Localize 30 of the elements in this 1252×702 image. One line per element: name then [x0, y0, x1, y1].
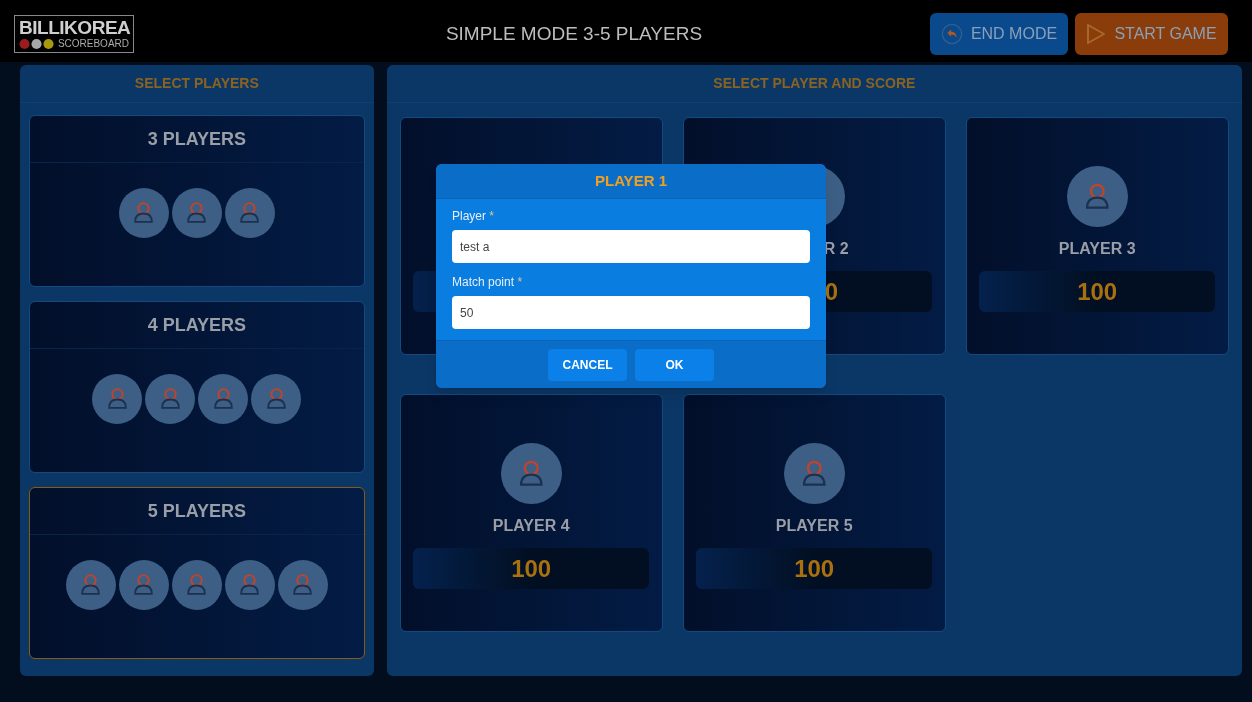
- player-count-label: 3 PLAYERS: [147, 127, 247, 151]
- text-field[interactable]: 50: [452, 296, 810, 329]
- text-field[interactable]: test a: [452, 230, 810, 263]
- score-value: 100: [1077, 276, 1118, 307]
- field-label: Match point *: [452, 274, 524, 291]
- player-name: PLAYER 3: [1058, 239, 1136, 259]
- undo-icon: [940, 23, 963, 45]
- ok-button[interactable]: OK: [635, 348, 714, 381]
- page-title: SIMPLE MODE 3-5 PLAYERS: [445, 21, 703, 46]
- player-name: PLAYER 4: [492, 516, 570, 536]
- logo: BILLIKOREA SCOREBOARD: [14, 15, 134, 53]
- player-card[interactable]: PLAYER 3 100: [965, 117, 1229, 355]
- player-card[interactable]: PLAYER 5 100: [682, 394, 946, 632]
- score-value: 100: [794, 553, 835, 584]
- dialog-title: PLAYER 1: [595, 170, 667, 191]
- player-name: PLAYER 5: [775, 516, 853, 536]
- panel-title: SELECT PLAYER AND SCORE: [713, 74, 916, 93]
- player-count-card[interactable]: 4 PLAYERS: [29, 301, 365, 473]
- field-label: Player *: [452, 208, 496, 225]
- panel-title: SELECT PLAYERS: [134, 74, 259, 93]
- player-count-label: 5 PLAYERS: [147, 499, 247, 523]
- score-value: 100: [511, 553, 552, 584]
- player-count-label: 4 PLAYERS: [147, 313, 247, 337]
- player-count-card[interactable]: 3 PLAYERS: [29, 115, 365, 287]
- player-count-card[interactable]: 5 PLAYERS: [29, 487, 365, 659]
- player-card[interactable]: PLAYER 4 100: [399, 394, 663, 632]
- cancel-button[interactable]: CANCEL: [548, 348, 627, 381]
- colored-dots-icon: [19, 38, 56, 50]
- play-icon: [1086, 23, 1107, 45]
- score-value: 0: [824, 276, 839, 307]
